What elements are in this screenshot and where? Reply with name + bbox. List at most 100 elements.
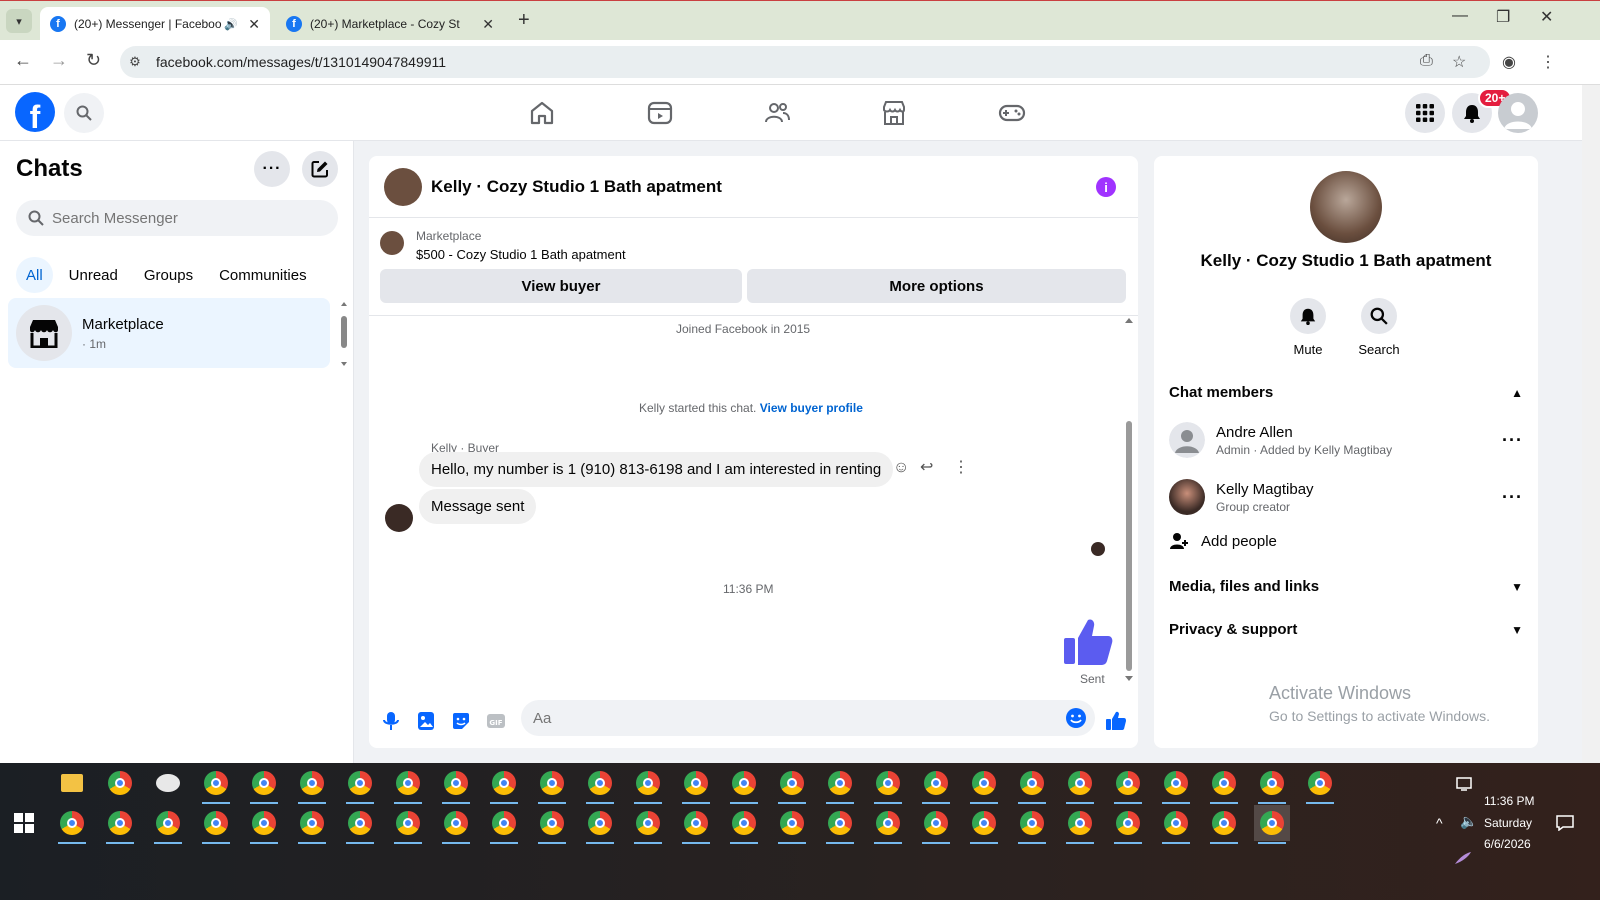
paint-icon[interactable] [150, 765, 186, 801]
react-smiley-icon[interactable]: ☺ [893, 459, 909, 477]
chrome-profile-icon[interactable] [966, 805, 1002, 844]
close-tab-icon[interactable]: ✕ [482, 16, 494, 33]
chrome-profile-icon[interactable] [966, 765, 1002, 804]
forward-icon[interactable]: → [50, 50, 68, 71]
install-app-icon[interactable]: ⎙ [1420, 52, 1433, 70]
view-buyer-profile-link[interactable]: View buyer profile [760, 401, 863, 415]
chrome-profile-icon[interactable] [822, 805, 858, 844]
chrome-profile-icon[interactable] [246, 805, 282, 844]
new-message-button[interactable] [302, 151, 338, 187]
notification-center-icon[interactable] [1556, 815, 1574, 831]
profile-icon[interactable]: ◉ [1502, 52, 1516, 72]
marketplace-icon[interactable] [880, 99, 908, 127]
close-tab-icon[interactable]: ✕ [248, 16, 260, 33]
show-hidden-icons-icon[interactable]: ^ [1436, 815, 1443, 831]
chrome-profile-icon[interactable] [1110, 765, 1146, 804]
chrome-profile-icon[interactable] [54, 805, 90, 844]
photo-icon[interactable] [415, 710, 437, 732]
add-people-button[interactable]: Add people [1169, 531, 1277, 551]
message-input[interactable] [533, 709, 1033, 727]
reload-icon[interactable]: ↻ [86, 50, 101, 71]
url-text[interactable]: facebook.com/messages/t/1310149047849911 [156, 54, 446, 70]
chrome-profile-icon[interactable] [342, 805, 378, 844]
listing-title[interactable]: $500 - Cozy Studio 1 Bath apatment [416, 247, 626, 262]
info-icon[interactable]: i [1096, 177, 1116, 197]
site-info-icon[interactable]: ⚙ [120, 54, 150, 70]
search-action[interactable]: Search [1349, 298, 1409, 357]
thumbs-up-icon[interactable] [1062, 616, 1114, 668]
clock-day[interactable]: Saturday [1484, 816, 1532, 830]
chrome-profile-icon[interactable] [870, 805, 906, 844]
view-buyer-button[interactable]: View buyer [380, 269, 742, 303]
chrome-profile-icon[interactable] [630, 765, 666, 804]
mute-action[interactable]: Mute [1278, 298, 1338, 357]
chrome-profile-icon[interactable] [390, 765, 426, 804]
mute-button[interactable] [1290, 298, 1326, 334]
chrome-profile-icon[interactable] [198, 765, 234, 804]
chrome-profile-icon[interactable] [294, 805, 330, 844]
chrome-profile-icon[interactable] [1254, 765, 1290, 804]
chrome-profile-icon[interactable] [582, 805, 618, 844]
chrome-profile-icon[interactable] [1062, 805, 1098, 844]
minimize-icon[interactable]: — [1452, 7, 1468, 25]
file-explorer-icon[interactable] [54, 765, 90, 801]
conversation-scrollbar[interactable] [1124, 316, 1134, 686]
bookmark-star-icon[interactable]: ☆ [1452, 52, 1466, 72]
clock-date[interactable]: 6/6/2026 [1484, 837, 1531, 851]
chrome-profile-icon[interactable] [390, 805, 426, 844]
chrome-profile-icon[interactable] [534, 765, 570, 804]
media-files-section[interactable]: Media, files and links ▼ [1169, 578, 1523, 595]
chrome-profile-icon[interactable] [534, 805, 570, 844]
chrome-profile-icon[interactable] [726, 805, 762, 844]
chat-item-marketplace[interactable]: Marketplace · 1m [8, 298, 330, 368]
chrome-profile-icon[interactable] [294, 765, 330, 804]
chrome-profile-icon[interactable] [582, 765, 618, 804]
like-send-icon[interactable] [1105, 710, 1127, 732]
member-more-icon[interactable]: ··· [1502, 430, 1523, 451]
message-more-icon[interactable]: ⋮ [953, 457, 969, 477]
clock-time[interactable]: 11:36 PM [1484, 794, 1534, 808]
chrome-profile-icon[interactable] [438, 805, 474, 844]
chats-options-button[interactable]: ··· [254, 151, 290, 187]
chrome-profile-icon[interactable] [1158, 805, 1194, 844]
conversation-avatar[interactable] [384, 167, 422, 206]
gaming-icon[interactable] [998, 99, 1026, 127]
privacy-support-section[interactable]: Privacy & support ▼ [1169, 621, 1523, 638]
friends-icon[interactable] [763, 99, 791, 127]
chrome-profile-icon[interactable] [486, 765, 522, 804]
chrome-profile-icon[interactable] [678, 805, 714, 844]
chrome-profile-icon[interactable] [1206, 765, 1242, 804]
chrome-profile-icon[interactable] [630, 805, 666, 844]
windows-start-icon[interactable] [14, 813, 34, 833]
page-scrollbar[interactable] [1582, 85, 1600, 763]
chrome-profile-icon[interactable] [1110, 805, 1146, 844]
chrome-profile-icon[interactable] [1158, 765, 1194, 804]
home-icon[interactable] [528, 99, 556, 127]
menu-grid-button[interactable] [1405, 93, 1445, 133]
filter-unread[interactable]: Unread [59, 257, 128, 293]
restore-icon[interactable]: ❐ [1496, 7, 1510, 27]
message-input-box[interactable] [521, 700, 1095, 736]
tab-messenger[interactable]: f (20+) Messenger | Faceboo 🔊 ✕ [40, 7, 270, 41]
chat-members-section[interactable]: Chat members ▲ [1169, 384, 1523, 401]
chrome-profile-icon[interactable] [918, 805, 954, 844]
facebook-logo[interactable]: f [15, 92, 55, 132]
sticker-icon[interactable] [450, 710, 472, 732]
chrome-profile-icon[interactable] [726, 765, 762, 804]
filter-all[interactable]: All [16, 257, 53, 293]
chrome-profile-icon[interactable] [774, 765, 810, 804]
account-avatar[interactable] [1498, 93, 1538, 133]
filter-groups[interactable]: Groups [134, 257, 203, 293]
message-bubble[interactable]: Hello, my number is 1 (910) 813-6198 and… [419, 452, 894, 487]
chrome-profile-icon[interactable] [1206, 805, 1242, 844]
member-row[interactable]: Kelly Magtibay Group creator ··· [1169, 475, 1523, 519]
chrome-profile-icon[interactable] [438, 765, 474, 804]
sidebar-scrollbar[interactable] [340, 301, 348, 367]
fb-search-button[interactable] [64, 93, 104, 133]
chrome-profile-icon[interactable] [486, 805, 522, 844]
conversation-title[interactable]: Kelly · Cozy Studio 1 Bath apatment [431, 177, 722, 197]
chrome-profile-icon[interactable] [678, 765, 714, 804]
sender-avatar[interactable] [385, 504, 413, 532]
tab-search-chevron-icon[interactable]: ▾ [6, 9, 32, 33]
chrome-profile-icon[interactable] [1254, 805, 1290, 844]
